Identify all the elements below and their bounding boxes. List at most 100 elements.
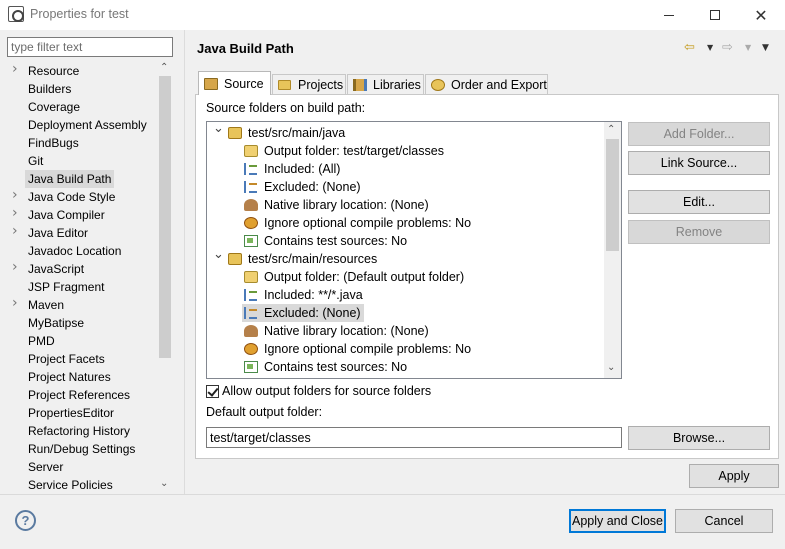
cancel-button[interactable]: Cancel <box>675 509 773 533</box>
projects-icon <box>278 79 292 91</box>
scrollbar-thumb[interactable] <box>159 76 171 358</box>
source-attribute-row[interactable]: Excluded: (None) <box>207 178 605 196</box>
nav-item-label: Project References <box>28 388 131 402</box>
chevron-right-icon[interactable]: › <box>12 223 18 239</box>
chevron-right-icon[interactable]: › <box>12 187 18 203</box>
minimize-button[interactable] <box>646 0 692 30</box>
nav-item-label: JavaScript <box>28 262 85 276</box>
browse-button[interactable]: Browse... <box>628 426 770 450</box>
tab-source[interactable]: Source <box>198 71 271 95</box>
apply-and-close-button[interactable]: Apply and Close <box>569 509 666 533</box>
page-title: Java Build Path <box>197 41 294 56</box>
add-folder-button[interactable]: Add Folder... <box>628 122 770 146</box>
forward-dropdown-icon[interactable]: ▼ <box>745 43 751 52</box>
pane-divider[interactable] <box>184 30 185 494</box>
scroll-down-icon[interactable]: ⌄ <box>160 478 168 489</box>
nav-item[interactable]: Javadoc Location <box>7 242 157 260</box>
tab-projects[interactable]: Projects <box>272 74 346 94</box>
tree-item-label: Native library location: (None) <box>264 198 429 212</box>
chevron-right-icon[interactable]: › <box>12 205 18 221</box>
link-source-button[interactable]: Link Source... <box>628 151 770 175</box>
nav-item-label: Coverage <box>28 100 81 114</box>
chevron-down-icon[interactable]: ⌄ <box>213 122 224 136</box>
filter-input[interactable] <box>7 37 173 57</box>
source-attribute-row[interactable]: Contains test sources: No <box>207 232 605 250</box>
nav-item[interactable]: Project Facets <box>7 350 157 368</box>
nav-item[interactable]: Project Natures <box>7 368 157 386</box>
source-attribute-row[interactable]: Included: (All) <box>207 160 605 178</box>
default-output-folder-input[interactable] <box>206 427 622 448</box>
chevron-down-icon[interactable]: ⌄ <box>213 247 224 262</box>
tab-order-and-export[interactable]: Order and Export <box>425 74 548 94</box>
nav-item[interactable]: Project References <box>7 386 157 404</box>
window-title: Properties for test <box>30 7 129 21</box>
view-menu-icon[interactable]: ▼ <box>762 43 769 53</box>
nav-item-label: Resource <box>28 64 80 78</box>
back-dropdown-icon[interactable]: ▼ <box>707 43 713 52</box>
scroll-down-icon[interactable]: ⌄ <box>607 362 615 373</box>
source-attribute-row[interactable]: Excluded: (None) <box>207 304 605 322</box>
scroll-up-icon[interactable]: ⌃ <box>160 62 168 73</box>
chevron-right-icon[interactable]: › <box>12 62 18 77</box>
nav-item-label: Java Code Style <box>28 190 116 204</box>
scroll-up-icon[interactable]: ⌃ <box>607 124 615 135</box>
tree-scrollbar[interactable]: ⌃ ⌄ <box>157 62 173 492</box>
source-attribute-row[interactable]: Included: **/*.java <box>207 286 605 304</box>
nav-item[interactable]: › Java Code Style <box>7 187 157 206</box>
nav-item[interactable]: Server <box>7 458 157 476</box>
edit-button[interactable]: Edit... <box>628 190 770 214</box>
nav-item[interactable]: › Maven <box>7 295 157 314</box>
nav-item[interactable]: Java Build Path <box>7 170 157 188</box>
remove-button[interactable]: Remove <box>628 220 770 244</box>
source-folder-icon <box>204 77 218 90</box>
nav-item[interactable]: PMD <box>7 332 157 350</box>
source-attribute-row[interactable]: Native library location: (None) <box>207 196 605 214</box>
nav-item[interactable]: JSP Fragment <box>7 278 157 296</box>
back-arrow-icon[interactable]: ⇦ <box>684 40 695 55</box>
apply-button[interactable]: Apply <box>689 464 779 488</box>
nav-item[interactable]: › Java Compiler <box>7 205 157 224</box>
nav-item[interactable]: Service Policies <box>7 476 157 492</box>
nav-item[interactable]: Refactoring History <box>7 422 157 440</box>
properties-app-icon <box>8 6 24 22</box>
nav-item[interactable]: Run/Debug Settings <box>7 440 157 458</box>
nav-item-label: Maven <box>28 298 65 312</box>
help-icon[interactable]: ? <box>15 510 36 531</box>
native-library-icon <box>244 325 258 337</box>
included-filter-icon <box>244 289 258 301</box>
source-attribute-row[interactable]: Output folder: (Default output folder) <box>207 268 605 286</box>
maximize-button[interactable] <box>692 0 738 30</box>
nav-item[interactable]: FindBugs <box>7 134 157 152</box>
nav-item[interactable]: › Resource <box>7 62 157 80</box>
tree-item-label: Contains test sources: No <box>264 234 408 248</box>
nav-item[interactable]: Builders <box>7 80 157 98</box>
source-attribute-row[interactable]: Contains test sources: No <box>207 358 605 376</box>
tree-item-label: Included: (All) <box>264 162 341 176</box>
source-attribute-row[interactable]: Ignore optional compile problems: No <box>207 340 605 358</box>
scrollbar-thumb[interactable] <box>606 139 619 251</box>
close-button[interactable]: ✕ <box>738 0 784 30</box>
nav-item[interactable]: MyBatipse <box>7 314 157 332</box>
nav-item[interactable]: Deployment Assembly <box>7 116 157 134</box>
source-attribute-row[interactable]: Ignore optional compile problems: No <box>207 214 605 232</box>
nav-item[interactable]: PropertiesEditor <box>7 404 157 422</box>
chevron-right-icon[interactable]: › <box>12 259 18 275</box>
footer-divider <box>0 494 785 495</box>
source-attribute-row[interactable]: Output folder: test/target/classes <box>207 142 605 160</box>
allow-output-folders-label[interactable]: Allow output folders for source folders <box>222 384 431 398</box>
source-folder-row[interactable]: ⌄ test/src/main/java <box>207 122 605 142</box>
nav-item[interactable]: Coverage <box>7 98 157 116</box>
nav-item-label: Git <box>28 154 44 168</box>
source-folder-row[interactable]: ⌄ test/src/main/resources <box>207 247 605 268</box>
allow-output-folders-checkbox[interactable] <box>206 385 219 398</box>
tab-libraries[interactable]: Libraries <box>347 74 424 94</box>
nav-item[interactable]: › Java Editor <box>7 223 157 242</box>
source-folders-tree: ⌄ test/src/main/java Output folder: test/t… <box>206 121 622 379</box>
tree-item-label: Ignore optional compile problems: No <box>264 216 472 230</box>
nav-item[interactable]: › JavaScript <box>7 259 157 278</box>
source-tree-scrollbar[interactable]: ⌃ ⌄ <box>604 122 621 378</box>
forward-arrow-icon[interactable]: ⇨ <box>722 40 733 55</box>
nav-item[interactable]: Git <box>7 152 157 170</box>
source-attribute-row[interactable]: Native library location: (None) <box>207 322 605 340</box>
chevron-right-icon[interactable]: › <box>12 295 18 311</box>
